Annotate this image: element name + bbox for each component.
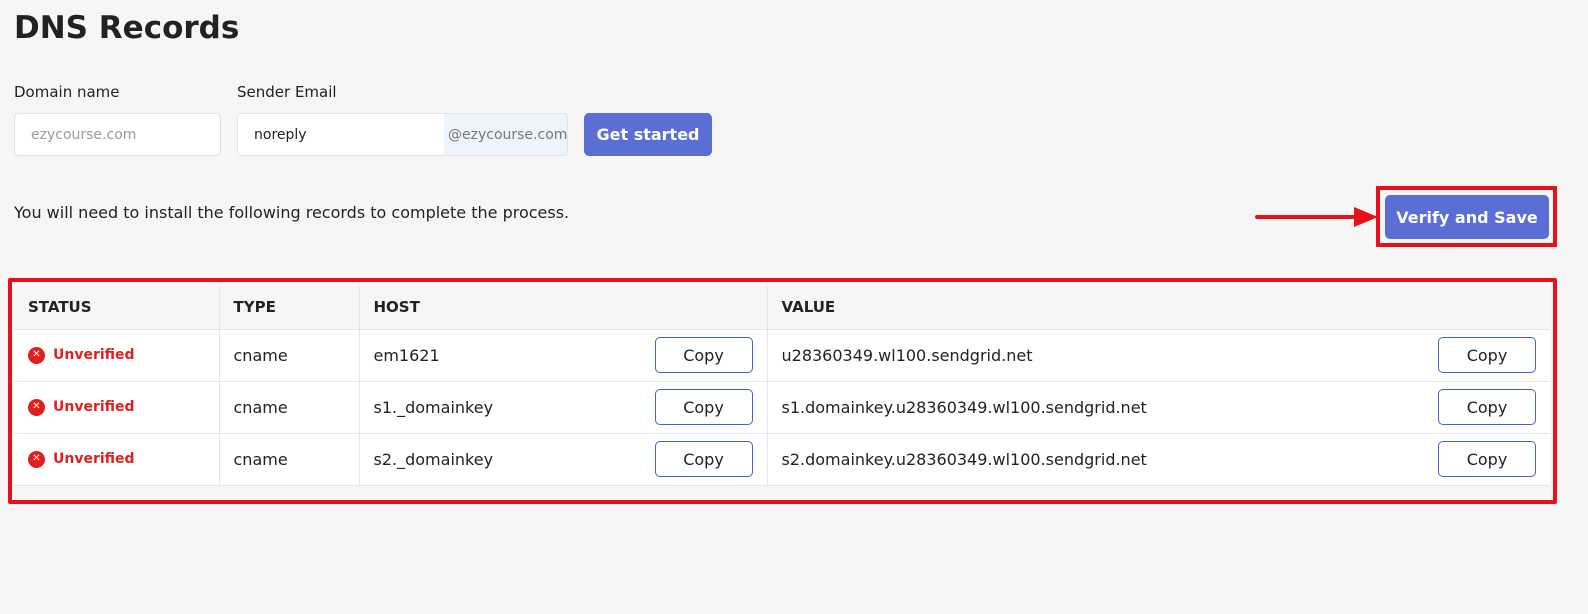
value-cell: u28360349.wl100.sendgrid.net Copy <box>767 328 1550 381</box>
type-cell: cname <box>219 328 360 381</box>
host-text: s2._domainkey <box>373 449 494 469</box>
value-cell: s2.domainkey.u28360349.wl100.sendgrid.ne… <box>767 432 1550 486</box>
sender-email-input[interactable] <box>238 114 444 155</box>
host-text: s1._domainkey <box>373 397 494 417</box>
sender-email-label: Sender Email <box>237 83 337 101</box>
host-cell: s2._domainkey Copy <box>359 432 768 486</box>
dns-records-table: STATUS TYPE HOST VALUE ✕ Unverified cnam… <box>14 286 1550 486</box>
host-cell: s1._domainkey Copy <box>359 380 768 433</box>
host-cell: em1621 Copy <box>359 328 768 381</box>
verify-and-save-button[interactable]: Verify and Save <box>1385 195 1549 239</box>
get-started-button[interactable]: Get started <box>584 113 712 156</box>
x-circle-icon: ✕ <box>28 398 45 416</box>
x-circle-icon: ✕ <box>28 346 45 364</box>
status-column-header: STATUS <box>14 286 220 329</box>
instruction-text: You will need to install the following r… <box>14 203 570 222</box>
copy-value-button[interactable]: Copy <box>1438 389 1536 425</box>
copy-host-button[interactable]: Copy <box>654 389 753 425</box>
type-column-header: TYPE <box>219 286 360 329</box>
table-row: ✕ Unverified cname em1621 Copy u28360349… <box>14 328 1550 381</box>
type-cell: cname <box>219 432 360 486</box>
domain-name-label: Domain name <box>14 83 120 101</box>
value-column-header: VALUE <box>767 286 1550 329</box>
domain-name-input[interactable] <box>14 113 221 156</box>
page-title: DNS Records <box>14 10 240 46</box>
status-label: Unverified <box>53 399 135 415</box>
copy-host-button[interactable]: Copy <box>654 337 753 373</box>
host-text: em1621 <box>373 345 440 365</box>
type-cell: cname <box>219 380 360 433</box>
copy-host-button[interactable]: Copy <box>654 441 753 477</box>
status-cell: ✕ Unverified <box>14 432 220 486</box>
copy-value-button[interactable]: Copy <box>1438 441 1536 477</box>
value-text: u28360349.wl100.sendgrid.net <box>781 345 1033 365</box>
table-header-row: STATUS TYPE HOST VALUE <box>14 286 1550 329</box>
sender-email-domain-suffix: @ezycourse.com <box>444 114 567 155</box>
value-cell: s1.domainkey.u28360349.wl100.sendgrid.ne… <box>767 380 1550 433</box>
status-label: Unverified <box>53 347 135 363</box>
copy-value-button[interactable]: Copy <box>1438 337 1536 373</box>
value-text: s2.domainkey.u28360349.wl100.sendgrid.ne… <box>781 449 1147 469</box>
value-text: s1.domainkey.u28360349.wl100.sendgrid.ne… <box>781 397 1147 417</box>
status-cell: ✕ Unverified <box>14 328 220 381</box>
x-circle-icon: ✕ <box>28 450 45 468</box>
table-row: ✕ Unverified cname s1._domainkey Copy s1… <box>14 380 1550 433</box>
status-cell: ✕ Unverified <box>14 380 220 433</box>
host-column-header: HOST <box>359 286 768 329</box>
arrow-right-icon <box>1255 207 1378 227</box>
sender-email-group: @ezycourse.com <box>237 113 568 156</box>
table-row: ✕ Unverified cname s2._domainkey Copy s2… <box>14 432 1550 486</box>
status-label: Unverified <box>53 451 135 467</box>
